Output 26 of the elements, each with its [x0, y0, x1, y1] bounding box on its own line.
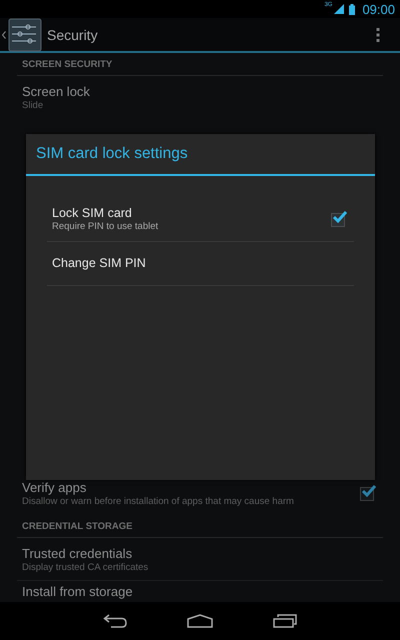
overflow-menu-icon[interactable] — [376, 28, 380, 42]
dialog-title: SIM card lock settings — [26, 134, 375, 176]
setting-title[interactable]: Change SIM PIN — [52, 256, 146, 271]
section-header: SCREEN SECURITY — [22, 59, 112, 70]
setting-summary: Disallow or warn before installation of apps that may cause harm — [22, 496, 294, 507]
setting-summary: Slide — [22, 100, 44, 111]
battery-icon — [349, 4, 356, 14]
setting-title[interactable]: Screen lock — [22, 84, 90, 100]
sliders-icon — [8, 18, 42, 52]
setting-summary: Require PIN to use tablet — [52, 221, 158, 233]
setting-title[interactable]: Verify apps — [22, 480, 86, 496]
back-icon[interactable] — [103, 614, 127, 628]
checkbox[interactable] — [331, 212, 345, 226]
screen-title: Security — [47, 26, 99, 42]
setting-summary: Display trusted CA certificates — [22, 562, 148, 572]
setting-title[interactable]: Lock SIM card — [52, 206, 132, 221]
checkbox[interactable] — [360, 486, 374, 500]
home-icon[interactable] — [187, 614, 213, 628]
app-up-button[interactable] — [0, 18, 42, 52]
section-header: CREDENTIAL STORAGE — [22, 521, 132, 532]
chevron-left-icon — [2, 30, 6, 38]
recent-apps-icon[interactable] — [273, 614, 297, 628]
signal-icon — [334, 4, 344, 14]
setting-title[interactable]: Trusted credentials — [22, 546, 132, 562]
setting-title[interactable]: Install from storage — [22, 584, 133, 600]
clock: 09:00 — [362, 2, 395, 16]
